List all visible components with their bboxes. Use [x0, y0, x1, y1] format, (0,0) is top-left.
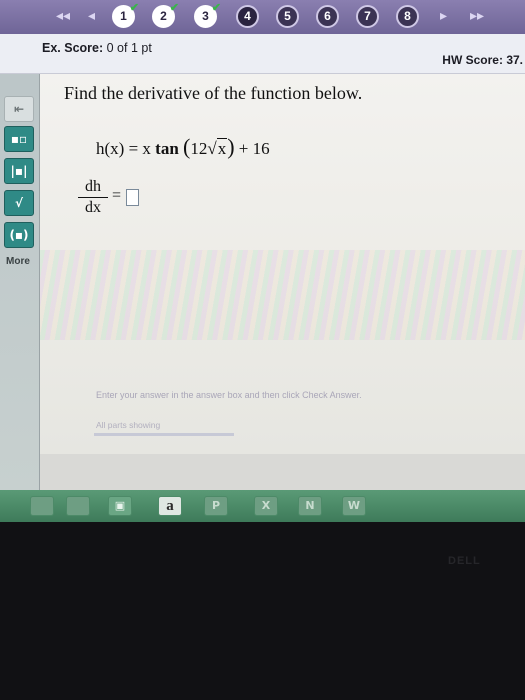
question-number: 8: [404, 9, 411, 23]
onenote-icon[interactable]: N: [298, 496, 322, 516]
derivative-numerator: dh: [85, 178, 101, 195]
store-icon[interactable]: ▣: [108, 496, 132, 516]
function-coefficient: 12: [190, 139, 208, 158]
derivative-fraction: dh dx: [78, 178, 108, 217]
question-number: 2: [160, 9, 167, 23]
question-4-button[interactable]: 4: [236, 5, 259, 28]
next-question-icon[interactable]: ▸: [440, 6, 447, 26]
function-rhs: + 16: [238, 139, 270, 158]
answer-input[interactable]: [126, 189, 139, 206]
function-expression: h(x) = x tan (12√x) + 16: [96, 134, 270, 160]
panel-footer: [40, 454, 525, 490]
square-root-icon[interactable]: √: [4, 190, 34, 216]
question-number: 3: [202, 9, 209, 23]
app-icon[interactable]: [30, 496, 54, 516]
question-5-button[interactable]: 5: [276, 5, 299, 28]
parentheses-icon[interactable]: (▪): [4, 222, 34, 248]
powerpoint-icon[interactable]: P: [204, 496, 228, 516]
word-icon[interactable]: W: [342, 496, 366, 516]
parts-progress-line: [94, 433, 234, 436]
exercise-score: Ex. Score: 0 of 1 pt: [42, 41, 152, 55]
question-number: 4: [244, 9, 251, 23]
function-lhs: h(x) = x: [96, 139, 151, 158]
question-number: 6: [324, 9, 331, 23]
math-tools-palette: ⇤ ▪▫ |▪| √ (▪) More: [0, 74, 40, 490]
question-number: 1: [120, 9, 127, 23]
absolute-value-icon[interactable]: |▪|: [4, 158, 34, 184]
homework-score-label: HW Score:: [442, 53, 503, 67]
score-bar: Ex. Score: 0 of 1 pt HW Score: 37.: [0, 34, 525, 74]
palette-toggle-icon[interactable]: ⇤: [4, 96, 34, 122]
checkmark-icon: ✔: [169, 2, 179, 14]
question-2-button[interactable]: 2 ✔: [152, 3, 179, 28]
checkmark-icon: ✔: [211, 2, 221, 14]
equals-sign: =: [112, 187, 122, 204]
homework-score: HW Score: 37.: [442, 53, 523, 67]
question-6-button[interactable]: 6: [316, 5, 339, 28]
radical-icon: √: [207, 139, 217, 158]
excel-icon[interactable]: X: [254, 496, 278, 516]
monitor-brand-logo: DELL: [448, 555, 481, 567]
question-number: 5: [284, 9, 291, 23]
exercise-score-value: 0 of 1 pt: [106, 41, 152, 55]
function-tan: tan: [155, 139, 179, 158]
amazon-icon[interactable]: a: [158, 496, 182, 516]
close-paren: ): [227, 134, 235, 159]
question-7-button[interactable]: 7: [356, 5, 379, 28]
checkmark-icon: ✔: [129, 2, 139, 14]
question-number: 7: [364, 9, 371, 23]
app-icon[interactable]: [66, 496, 90, 516]
question-navigation-bar: ◂◂ ◂ 1 ✔ 2 ✔ 3 ✔ 4 5 6 7 8 ▸ ▸▸: [0, 0, 525, 34]
fraction-bar: [78, 197, 108, 198]
os-taskbar: ▣ a P X N W: [0, 490, 525, 522]
fraction-template-icon[interactable]: ▪▫: [4, 126, 34, 152]
parts-showing-label: All parts showing: [96, 420, 161, 430]
answer-instruction: Enter your answer in the answer box and …: [96, 390, 362, 400]
question-8-button[interactable]: 8: [396, 5, 419, 28]
first-question-icon[interactable]: ◂◂: [56, 6, 70, 26]
function-radicand: x: [216, 138, 228, 158]
question-1-button[interactable]: 1 ✔: [112, 3, 139, 28]
previous-question-icon[interactable]: ◂: [88, 6, 95, 26]
last-question-icon[interactable]: ▸▸: [470, 6, 484, 26]
homework-score-value: 37.: [506, 53, 523, 67]
exercise-score-label: Ex. Score:: [42, 41, 104, 55]
question-3-button[interactable]: 3 ✔: [194, 3, 221, 28]
parts-progress: All parts showing: [94, 420, 234, 436]
monitor-bezel: [0, 522, 525, 700]
question-prompt: Find the derivative of the function belo…: [64, 83, 363, 103]
derivative-denominator: dx: [85, 199, 101, 216]
more-tools-button[interactable]: More: [6, 256, 30, 267]
